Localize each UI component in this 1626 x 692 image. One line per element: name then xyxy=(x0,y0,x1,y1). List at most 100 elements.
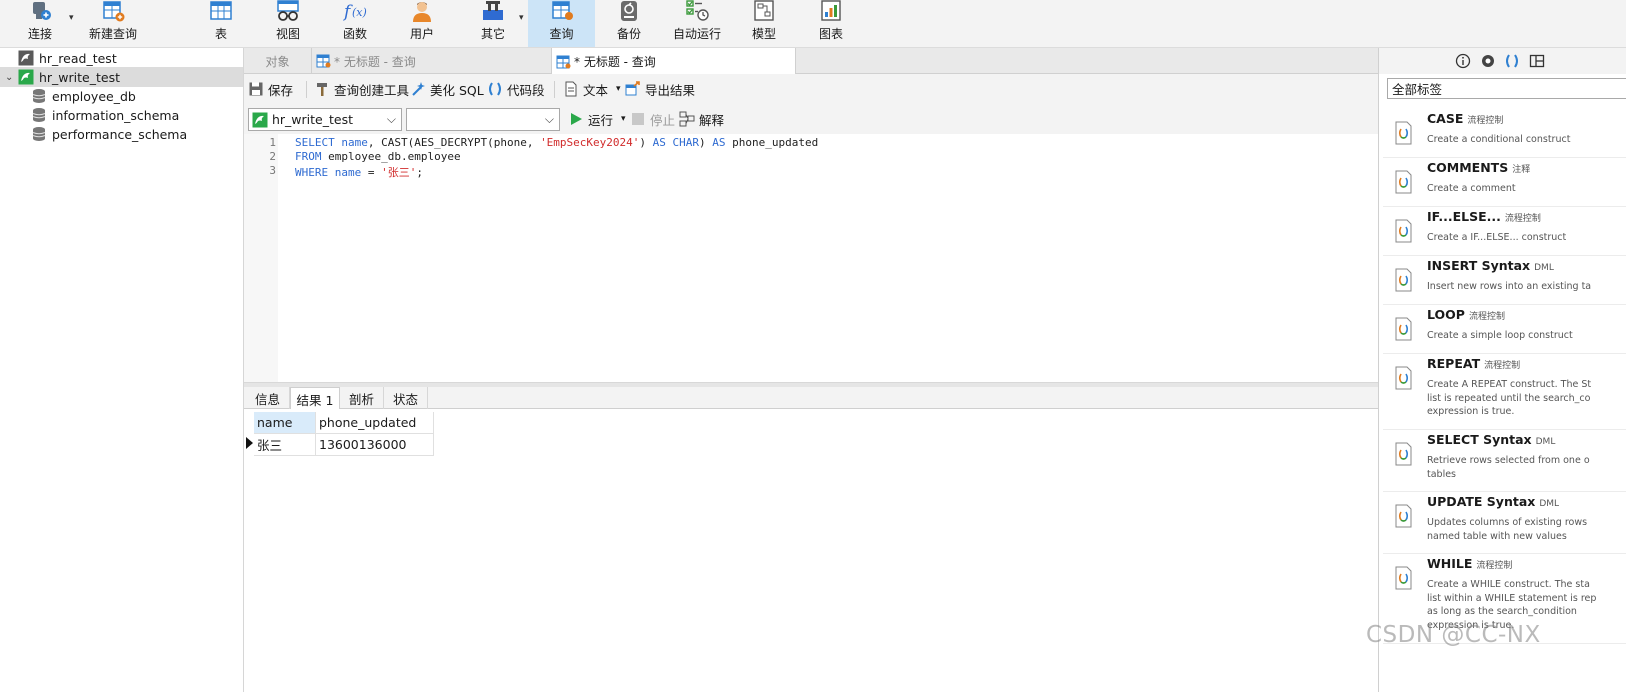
parentheses-icon xyxy=(489,82,501,96)
info-icon[interactable] xyxy=(1455,53,1471,69)
tab-label: 剖析 xyxy=(348,391,374,407)
table-icon xyxy=(210,1,232,20)
export-results-label: 导出结果 xyxy=(645,82,696,98)
toolbar-divider xyxy=(306,81,307,98)
toolbar-view-button[interactable]: 视图 xyxy=(267,0,309,47)
query-builder-label: 查询创建工具 xyxy=(334,82,410,98)
watermark: CSDN @CC-NX xyxy=(1366,622,1541,648)
column-header-phone-updated[interactable]: phone_updated xyxy=(316,412,434,434)
explain-button[interactable]: 解释 xyxy=(679,110,724,128)
snippet-icon xyxy=(1395,366,1412,390)
snippet-description: Create a IF...ELSE... construct xyxy=(1427,232,1567,243)
snippet-title: IF...ELSE... 流程控制 xyxy=(1427,209,1541,224)
snippet-name: UPDATE Syntax xyxy=(1427,494,1536,509)
snippet-icon xyxy=(1395,219,1412,243)
snippet-item[interactable]: CASE 流程控制 Create a conditional construct xyxy=(1383,109,1626,158)
plug-icon xyxy=(33,2,51,20)
auto-run-icon xyxy=(686,0,709,21)
toolbar-model-button[interactable]: 模型 xyxy=(743,0,785,47)
tree-item-performance-schema[interactable]: performance_schema xyxy=(0,124,243,144)
toolbar-other-button[interactable]: 其它 xyxy=(472,0,514,47)
run-button[interactable]: 运行 ▾ xyxy=(568,110,626,128)
tree-item-hr-write-test[interactable]: ⌄ hr_write_test xyxy=(0,67,243,87)
eye-icon[interactable] xyxy=(1480,53,1496,69)
toolbar-new-query-button[interactable]: 新建查询 xyxy=(84,0,142,47)
toolbar-connect-button[interactable]: 连接 xyxy=(18,0,62,47)
snippet-item[interactable]: INSERT Syntax DML Insert new rows into an … xyxy=(1383,256,1626,305)
tab-objects[interactable]: 对象 xyxy=(244,48,312,74)
column-header-name[interactable]: name xyxy=(254,412,316,434)
snippet-item[interactable]: REPEAT 流程控制 Create A REPEAT construct. The… xyxy=(1383,354,1626,430)
snippet-tag: 流程控制 xyxy=(1484,361,1521,371)
document-icon xyxy=(565,81,577,97)
chevron-down-icon[interactable]: ▾ xyxy=(616,84,621,94)
stop-button[interactable]: 停止 xyxy=(630,110,675,128)
chevron-down-icon: ⌵ xyxy=(386,112,396,126)
tab-label: 状态 xyxy=(392,391,418,407)
connection-tree: hr_read_test ⌄ hr_write_test employee_db xyxy=(0,48,244,692)
view-icon xyxy=(277,0,299,21)
line-number: 3 xyxy=(269,164,276,177)
run-toolbar: hr_write_test ⌵ ⌵ 运行 ▾ 停止 解释 xyxy=(244,104,1378,134)
other-icon xyxy=(483,1,503,20)
save-button[interactable]: 保存 xyxy=(248,80,293,98)
text-mode-label: 文本 xyxy=(583,82,609,98)
tab-untitled-query-2[interactable]: * 无标题 - 查询 xyxy=(552,48,796,75)
text-mode-button[interactable]: 文本 ▾ xyxy=(563,80,621,98)
snippet-description: Create a conditional construct xyxy=(1427,134,1571,145)
panel-layout-icon[interactable] xyxy=(1529,53,1545,69)
beautify-sql-button[interactable]: 美化 SQL xyxy=(410,80,484,98)
sql-keyword: name xyxy=(334,166,362,179)
chevron-down-icon[interactable]: ▾ xyxy=(519,13,524,23)
sql-token: = xyxy=(361,166,382,179)
toolbar-user-button[interactable]: 用户 xyxy=(401,0,443,47)
chevron-down-icon[interactable]: ▾ xyxy=(69,13,74,23)
tree-item-information-schema[interactable]: information_schema xyxy=(0,105,243,125)
toolbar-auto-run-button[interactable]: 自动运行 xyxy=(668,0,726,47)
connection-select[interactable]: hr_write_test ⌵ xyxy=(248,108,402,131)
database-select[interactable]: ⌵ xyxy=(406,108,560,131)
query-tab-icon xyxy=(316,54,331,68)
tab-untitled-query-1[interactable]: * 无标题 - 查询 xyxy=(312,48,552,74)
snippet-item[interactable]: SELECT Syntax DML Retrieve rows selected f… xyxy=(1383,430,1626,492)
chevron-down-icon[interactable]: ⌄ xyxy=(5,72,13,83)
tree-item-employee-db[interactable]: employee_db xyxy=(0,86,243,106)
snippet-item[interactable]: IF...ELSE... 流程控制 Create a IF...ELSE... co… xyxy=(1383,207,1626,256)
snippet-name: IF...ELSE... xyxy=(1427,209,1501,224)
tree-item-label: performance_schema xyxy=(52,126,188,142)
run-label: 运行 xyxy=(588,112,614,128)
tab-label: * 无标题 - 查询 xyxy=(574,55,656,69)
table-cell[interactable]: 13600136000 xyxy=(316,434,434,456)
sql-editor[interactable]: 1 2 3 SELECT name, CAST(AES_DECRYPT(phon… xyxy=(244,134,1378,382)
snippet-item[interactable]: COMMENTS 注释 Create a comment xyxy=(1383,158,1626,207)
toolbar-chart-button[interactable]: 图表 xyxy=(810,0,852,47)
chevron-down-icon[interactable]: ▾ xyxy=(621,114,626,124)
column-header-label: phone_updated xyxy=(319,415,417,430)
export-results-button[interactable]: 导出结果 xyxy=(625,80,695,98)
line-number-gutter: 1 2 3 xyxy=(244,134,278,382)
toolbar-backup-button[interactable]: 备份 xyxy=(608,0,650,47)
toolbar-function-button[interactable]: f (x) 函数 xyxy=(334,0,376,47)
tab-profile[interactable]: 剖析 xyxy=(340,387,384,409)
editor-toolbar: 保存 查询创建工具 美化 SQL 代码段 文本 ▾ 导出结果 xyxy=(244,74,1378,104)
tab-status[interactable]: 状态 xyxy=(384,387,428,409)
query-builder-button[interactable]: 查询创建工具 xyxy=(314,80,409,98)
tree-item-hr-read-test[interactable]: hr_read_test xyxy=(0,48,243,68)
document-tabs: 对象 * 无标题 - 查询 * 无标题 - 查询 xyxy=(244,48,1378,75)
line-number: 1 xyxy=(269,136,276,149)
code-snippet-button[interactable]: 代码段 xyxy=(487,80,545,98)
toolbar-other-label: 其它 xyxy=(480,27,505,41)
snippet-item[interactable]: LOOP 流程控制 Create a simple loop construct xyxy=(1383,305,1626,354)
snippet-tag: 流程控制 xyxy=(1476,561,1513,571)
toolbar-divider xyxy=(554,81,555,98)
parentheses-icon[interactable] xyxy=(1504,53,1520,69)
toolbar-table-button[interactable]: 表 xyxy=(200,0,242,47)
snippet-item[interactable]: UPDATE Syntax DML Updates columns of exist… xyxy=(1383,492,1626,554)
toolbar-query-button[interactable]: 查询 xyxy=(528,0,595,47)
table-cell[interactable]: 张三 xyxy=(254,434,316,456)
tab-result-1[interactable]: 结果 1 xyxy=(290,387,340,410)
connection-active-icon xyxy=(18,69,34,85)
sql-keyword: CHAR xyxy=(672,136,700,149)
tab-info[interactable]: 信息 xyxy=(246,387,290,409)
snippet-tag-filter[interactable]: 全部标签 xyxy=(1387,78,1626,99)
